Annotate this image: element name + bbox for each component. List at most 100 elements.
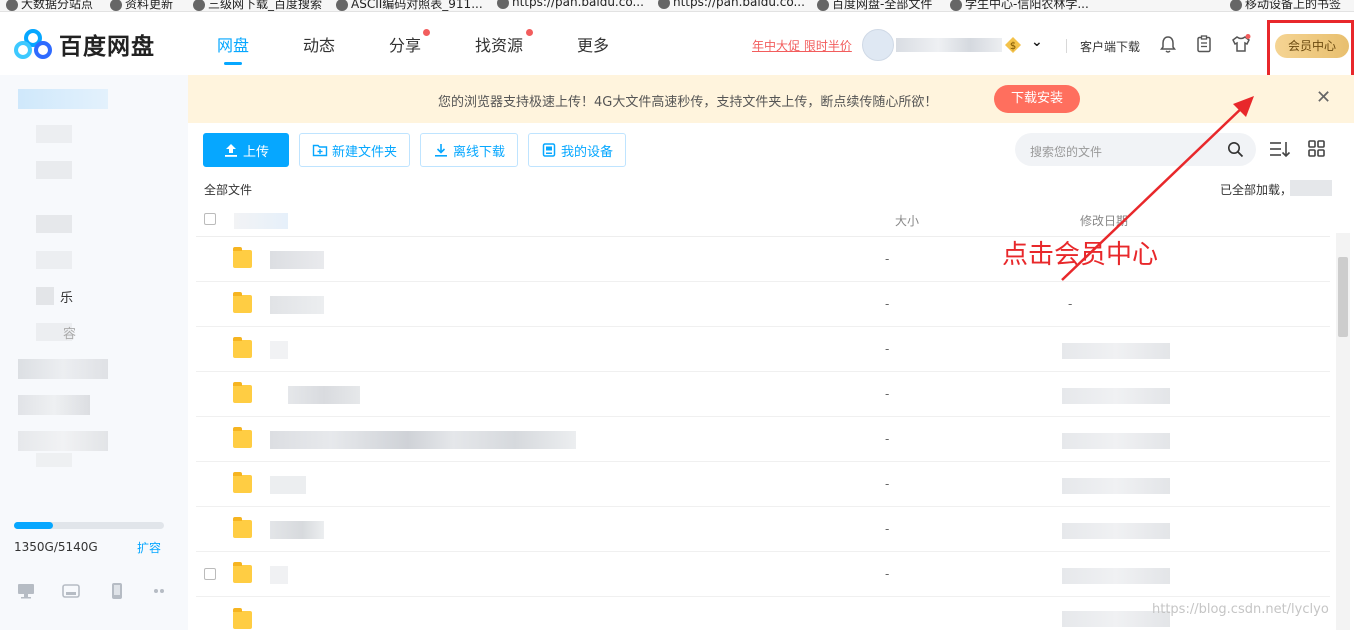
scrollbar[interactable] [1336,233,1350,630]
clipboard-icon[interactable] [1194,34,1214,54]
bookmark-icon [336,0,348,11]
file-size: - [885,387,890,401]
new-folder-button[interactable]: 新建文件夹 [299,133,410,167]
file-size: - [885,252,890,266]
sort-icon[interactable] [1269,139,1291,159]
sidebar-item-blurred[interactable] [18,89,108,109]
new-folder-icon [312,144,328,157]
sidebar-item-blurred[interactable] [18,431,108,451]
svip-badge-icon: $ [1005,37,1021,53]
nav-active-indicator [224,62,242,65]
grid-view-icon[interactable] [1306,139,1328,159]
table-row[interactable]: - [196,552,1330,597]
bookmarks-bar: 大数据分站点 资料更新 三级网下载_百度搜索 ASCII编码对照表_911...… [0,0,1354,12]
svg-text:$: $ [1010,41,1016,52]
share-notification-dot [423,29,430,36]
nav-item-share[interactable]: 分享 [389,32,421,56]
phone-icon[interactable] [107,582,127,600]
scrollbar-thumb[interactable] [1338,257,1348,337]
row-checkbox[interactable] [204,568,216,580]
top-header: 百度网盘 网盘 动态 分享 找资源 更多 年中大促 限时半价 $ ⌄ 客户端下载 [0,12,1354,75]
bookmark-icon [6,0,18,11]
chevron-down-icon[interactable]: ⌄ [1031,34,1043,50]
upload-button[interactable]: 上传 [203,133,289,167]
file-name-blurred[interactable] [270,296,324,314]
file-modified-date-blurred [1062,523,1170,539]
folder-icon [233,427,252,448]
bookmark-item[interactable]: https://pan.baidu.co... [497,0,644,9]
nav-item-more[interactable]: 更多 [577,32,609,56]
file-modified-date-blurred [1062,478,1170,494]
select-all-checkbox[interactable] [204,213,216,225]
file-size: - [885,522,890,536]
expand-storage-link[interactable]: 扩容 [137,539,161,556]
file-modified-date-blurred [1062,343,1170,359]
bookmark-icon [193,0,205,11]
sidebar-item-blurred[interactable] [36,453,72,467]
table-row[interactable]: - [196,327,1330,372]
my-devices-button[interactable]: 我的设备 [528,133,626,167]
offline-download-button[interactable]: 离线下载 [420,133,518,167]
storage-usage-text: 1350G/5140G [14,540,98,554]
nav-item-activity[interactable]: 动态 [303,32,335,56]
storage-progress-fill [14,522,53,529]
folder-icon [233,608,252,629]
size-column-header[interactable]: 大小 [895,212,919,229]
logo[interactable]: 百度网盘 [13,28,155,60]
bookmark-item[interactable]: https://pan.baidu.co... [658,0,805,9]
bookmark-icon [110,0,122,11]
bell-icon[interactable] [1158,34,1178,54]
file-name-blurred[interactable] [270,431,576,449]
file-name-blurred[interactable] [288,386,360,404]
close-icon[interactable]: ✕ [1316,87,1331,108]
more-icon[interactable] [152,582,172,600]
nav-item-find-resources[interactable]: 找资源 [475,32,523,56]
bookmark-item[interactable]: 三级网下载_百度搜索 [193,0,322,11]
sidebar-item-blurred[interactable] [18,359,108,379]
sidebar-item-blurred[interactable] [36,251,72,269]
username-blurred[interactable] [896,38,1002,52]
mac-icon[interactable] [61,582,81,600]
annotation-text: 点击会员中心 [1002,240,1159,270]
bookmark-item[interactable]: 学生中心-信阳农林学... [950,0,1089,11]
sidebar: 乐 容 1350G/5140G 扩容 [0,75,188,630]
sidebar-item-blurred[interactable] [36,125,72,143]
folder-icon [233,562,252,583]
bookmark-icon [497,0,509,9]
offline-download-label: 离线下载 [452,144,505,160]
file-name-blurred[interactable] [270,521,324,539]
bookmark-item[interactable]: 资料更新 [110,0,173,11]
file-modified-date-blurred [1062,388,1170,404]
shirt-icon[interactable] [1231,34,1251,54]
table-row[interactable]: - [196,417,1330,462]
sidebar-item-blurred[interactable] [36,215,72,233]
file-name-blurred[interactable] [270,566,288,584]
folder-icon [233,292,252,313]
table-row[interactable]: - [196,462,1330,507]
sidebar-item-blurred[interactable] [36,161,72,179]
upload-label: 上传 [242,144,269,160]
bookmark-item[interactable]: 大数据分站点 [6,0,93,11]
file-size: - [885,432,890,446]
file-name-blurred[interactable] [270,251,324,269]
bookmark-item[interactable]: 移动设备上的书签 [1230,0,1341,11]
file-modified-date: - [1068,297,1073,311]
download-icon [434,144,447,157]
filename-header-blurred[interactable] [234,213,288,229]
sidebar-item-blurred[interactable] [36,287,54,305]
avatar[interactable] [862,29,894,61]
client-download-link[interactable]: 客户端下载 [1080,38,1140,55]
bookmark-item[interactable]: ASCII编码对照表_911... [336,0,483,11]
sidebar-item-blurred[interactable] [18,395,90,415]
pc-icon[interactable] [16,582,36,600]
breadcrumb: 全部文件 [204,183,253,197]
promo-link[interactable]: 年中大促 限时半价 [752,37,852,54]
table-row[interactable]: - [196,507,1330,552]
table-row[interactable]: - [196,372,1330,417]
file-name-blurred[interactable] [270,476,306,494]
nav-item-netdisk[interactable]: 网盘 [217,32,249,56]
folder-icon [233,382,252,403]
bookmark-item[interactable]: 百度网盘-全部文件 [817,0,932,11]
file-name-blurred[interactable] [270,341,288,359]
folder-icon [233,247,252,268]
